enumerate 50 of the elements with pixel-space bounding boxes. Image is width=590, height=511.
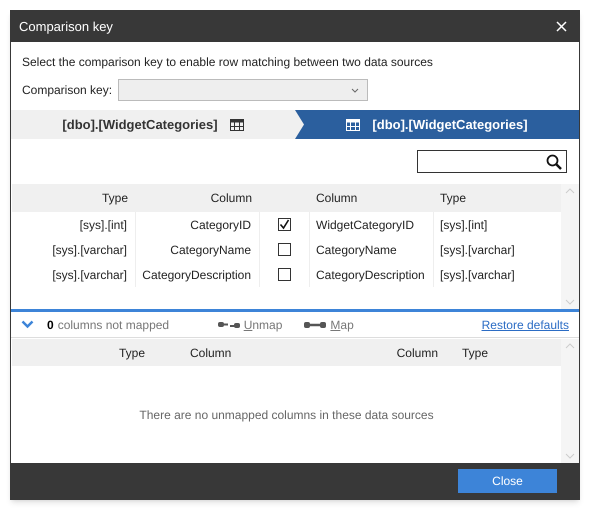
map-button[interactable]: Map [330, 316, 354, 334]
table-cell-text: [sys].[varchar] [439, 266, 516, 284]
column-header: Column [210, 190, 253, 207]
unlink-icon [218, 320, 240, 328]
search-icon [546, 154, 562, 170]
table-cell: [sys].[int] [12, 212, 136, 237]
match-checkbox[interactable] [278, 268, 291, 281]
column-header: Type [118, 344, 145, 362]
table-cell-text: [sys].[varchar] [439, 242, 516, 258]
restore-defaults-link[interactable]: Restore defaults [482, 316, 569, 334]
scroll-down-icon[interactable] [565, 453, 575, 459]
column-header: Type [100, 190, 129, 207]
unmapped-label: columns not mapped [58, 316, 170, 334]
table-cell: CategoryName [310, 237, 434, 262]
table-cell: CategoryDescription [136, 262, 260, 287]
comparison-key-label: Comparison key: [22, 82, 112, 99]
column-header: Type [461, 344, 488, 362]
table-cell: [sys].[varchar] [12, 237, 136, 262]
match-checkbox[interactable] [278, 218, 291, 231]
comparison-key-dropdown[interactable] [118, 79, 368, 101]
scroll-up-icon[interactable] [565, 188, 575, 194]
window-title: Comparison key [19, 18, 113, 36]
table-cell: CategoryName [136, 237, 260, 262]
scroll-up-icon[interactable] [565, 343, 575, 349]
caret-icon [351, 88, 360, 92]
column-header: Column [189, 344, 232, 362]
source-tab[interactable]: [dbo].[WidgetCategories] [11, 110, 295, 139]
table-icon [346, 118, 360, 130]
table-cell: CategoryID [136, 212, 260, 237]
unmap-button[interactable]: Unmap [244, 316, 282, 334]
column-header: Column [396, 344, 438, 362]
table-cell: CategoryDescription [310, 262, 434, 287]
expand-toggle[interactable] [21, 320, 35, 329]
close-button[interactable]: Close [458, 469, 557, 493]
link-icon [304, 320, 326, 328]
match-checkbox[interactable] [278, 243, 291, 256]
column-header: Column [315, 190, 358, 207]
table-icon [230, 118, 244, 130]
scrollbar[interactable] [561, 339, 579, 463]
table-cell: WidgetCategoryID [310, 212, 434, 237]
description-text: Select the comparison key to enable row matching between two data sources [21, 54, 434, 71]
unmapped-count: 0 [47, 316, 54, 334]
empty-message: There are no unmapped columns in these data sources [139, 406, 434, 424]
scrollbar[interactable] [561, 184, 579, 309]
column-header: Type [439, 190, 468, 207]
scroll-down-icon[interactable] [565, 299, 575, 305]
table-cell: [sys].[varchar] [12, 262, 136, 287]
table-cell-text: [sys].[int] [439, 216, 488, 234]
source-tab[interactable]: [dbo].[WidgetCategories] [295, 110, 579, 139]
search-field[interactable] [417, 150, 567, 173]
